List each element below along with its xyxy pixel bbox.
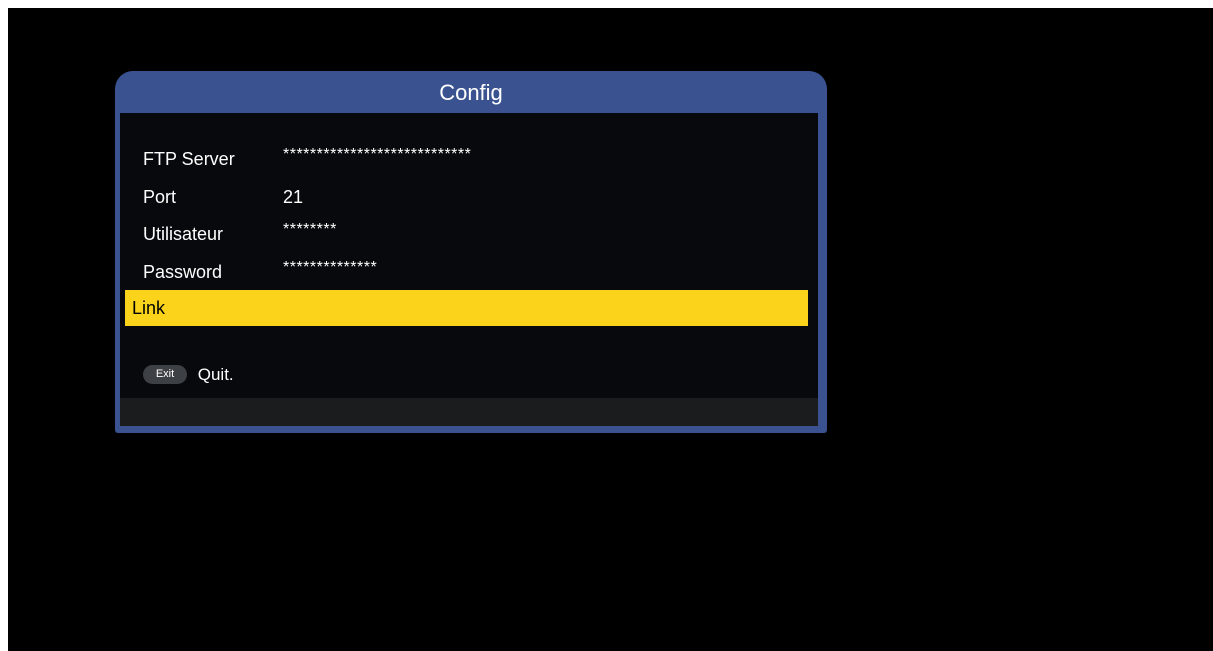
port-label: Port xyxy=(143,187,177,207)
ftp-server-row[interactable]: FTP Server **************************** xyxy=(120,141,808,177)
port-row[interactable]: Port 21 xyxy=(120,179,808,215)
port-value: 21 xyxy=(283,187,304,207)
utilisateur-label: Utilisateur xyxy=(143,224,224,244)
quit-hint: Quit. xyxy=(197,364,234,384)
ftp-server-label: FTP Server xyxy=(143,149,235,169)
dialog-title: Config xyxy=(439,80,503,105)
dialog-body: FTP Server **************************** … xyxy=(120,113,818,426)
help-bar: Exit Quit. xyxy=(143,364,234,386)
utilisateur-value: ******** xyxy=(283,221,337,238)
exit-key-icon[interactable]: Exit xyxy=(143,365,187,385)
ftp-server-value: **************************** xyxy=(283,146,472,163)
link-row[interactable]: Link xyxy=(125,290,808,326)
password-row[interactable]: Password ************** xyxy=(120,254,808,290)
password-label: Password xyxy=(143,262,223,282)
config-dialog: Config FTP Server **********************… xyxy=(115,71,827,433)
footer-strip xyxy=(120,398,818,426)
tv-screen: Config FTP Server **********************… xyxy=(8,8,1213,651)
utilisateur-row[interactable]: Utilisateur ******** xyxy=(120,216,808,252)
link-label: Link xyxy=(132,298,166,318)
password-value: ************** xyxy=(283,259,378,276)
